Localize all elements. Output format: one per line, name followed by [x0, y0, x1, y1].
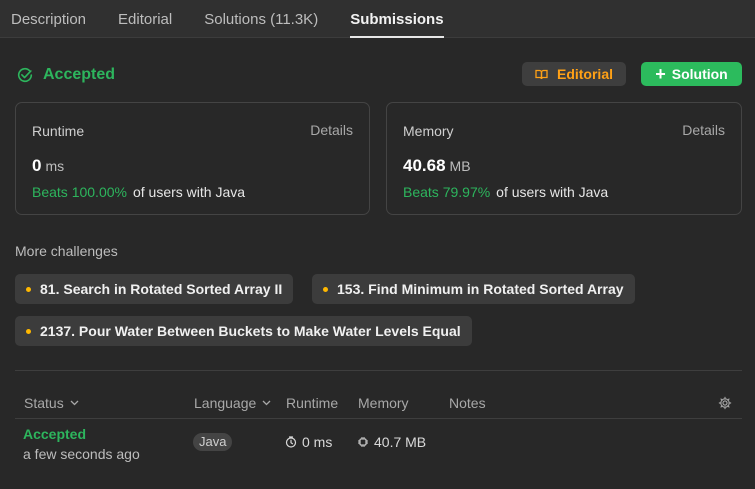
tab-submissions[interactable]: Submissions — [350, 0, 444, 38]
challenge-chip-label: 2137. Pour Water Between Buckets to Make… — [40, 323, 461, 339]
runtime-beats: Beats 100.00% of users with Java — [32, 184, 245, 200]
runtime-card: Runtime Details 0 ms Beats 100.00% of user… — [15, 102, 370, 215]
plus-icon: + — [655, 64, 666, 84]
post-solution-button[interactable]: + Solution — [641, 62, 742, 86]
tab-editorial[interactable]: Editorial — [118, 0, 172, 38]
runtime-value-row: 0 ms — [32, 156, 64, 176]
clock-icon — [285, 436, 297, 448]
chip-icon — [358, 437, 368, 447]
runtime-value: 0 — [32, 156, 42, 175]
chevron-down-icon — [262, 400, 271, 406]
tab-bar: Description Editorial Solutions (11.3K) … — [0, 0, 755, 38]
result-header: Accepted — [16, 64, 115, 86]
submission-time: a few seconds ago — [23, 446, 140, 462]
check-circle-icon — [17, 67, 33, 83]
challenge-chip-label: 153. Find Minimum in Rotated Sorted Arra… — [337, 281, 624, 297]
challenge-chip[interactable]: 153. Find Minimum in Rotated Sorted Arra… — [312, 274, 635, 304]
memory-value-row: 40.68 MB — [403, 156, 471, 176]
memory-label: Memory — [403, 123, 454, 139]
runtime-unit: ms — [45, 158, 65, 174]
memory-unit: MB — [449, 158, 471, 174]
runtime-details-link[interactable]: Details — [310, 122, 353, 138]
result-status: Accepted — [43, 66, 116, 83]
memory-value: 40.68 — [403, 156, 446, 175]
section-divider — [15, 370, 742, 371]
gear-icon[interactable] — [718, 396, 732, 410]
challenge-chip[interactable]: 81. Search in Rotated Sorted Array II — [15, 274, 294, 304]
submission-runtime: 0 ms — [285, 434, 332, 450]
header-runtime: Runtime — [286, 395, 339, 411]
bullet-dot-icon — [323, 286, 328, 292]
header-language-label: Language — [194, 395, 257, 411]
header-language[interactable]: Language — [194, 395, 271, 411]
submission-status-link[interactable]: Accepted — [23, 426, 86, 442]
table-header-divider — [15, 418, 742, 419]
more-challenges-title: More challenges — [15, 243, 118, 259]
header-status-label: Status — [24, 395, 64, 411]
header-status[interactable]: Status — [24, 395, 79, 411]
header-notes: Notes — [449, 395, 486, 411]
bullet-dot-icon — [26, 328, 31, 334]
runtime-beats-text: of users with Java — [132, 184, 246, 200]
submission-memory-value: 40.7 MB — [374, 434, 427, 450]
challenge-chip[interactable]: 2137. Pour Water Between Buckets to Make… — [15, 316, 472, 346]
memory-details-link[interactable]: Details — [682, 122, 725, 138]
runtime-label: Runtime — [32, 123, 85, 139]
submission-memory: 40.7 MB — [357, 434, 426, 450]
tab-solutions[interactable]: Solutions (11.3K) — [204, 0, 318, 38]
book-icon — [535, 69, 548, 79]
memory-beats-text: of users with Java — [496, 184, 609, 200]
solution-button-label: Solution — [671, 66, 728, 82]
tab-description[interactable]: Description — [11, 0, 86, 38]
header-memory: Memory — [358, 395, 409, 411]
memory-card: Memory Details 40.68 MB Beats 79.97% of us… — [386, 102, 742, 215]
submission-runtime-value: 0 ms — [302, 434, 333, 450]
memory-beats: Beats 79.97% of users with Java — [403, 184, 608, 200]
memory-beats-pct: Beats 79.97% — [403, 184, 491, 200]
challenge-chip-label: 81. Search in Rotated Sorted Array II — [40, 281, 283, 297]
runtime-beats-pct: Beats 100.00% — [32, 184, 127, 200]
editorial-button[interactable]: Editorial — [522, 62, 626, 86]
language-badge: Java — [193, 433, 233, 451]
editorial-button-label: Editorial — [556, 66, 613, 82]
bullet-dot-icon — [26, 286, 31, 292]
chevron-down-icon — [70, 400, 79, 406]
